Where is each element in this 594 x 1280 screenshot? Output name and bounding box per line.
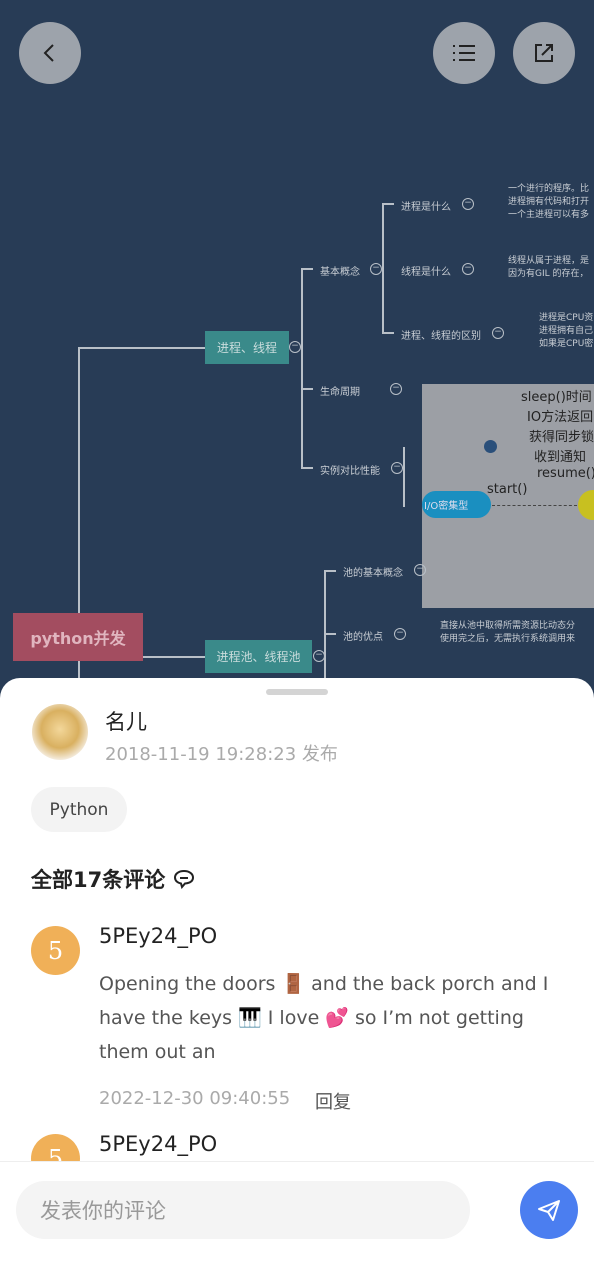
publish-time: 2018-11-19 19:28:23 发布 xyxy=(105,744,338,765)
chevron-left-icon xyxy=(43,44,54,62)
commenter-avatar[interactable]: 5 xyxy=(31,926,80,975)
diagram-text: start() xyxy=(487,482,528,497)
collapse-icon: − xyxy=(394,628,406,640)
comment-composer: 发表你的评论 xyxy=(0,1161,594,1280)
mindmap-node: 生命周期 xyxy=(320,387,360,398)
mindmap-node: 实例对比性能 xyxy=(320,466,380,477)
mindmap-root: python并发 xyxy=(13,613,143,661)
desc-line: 如果是CPU密 xyxy=(539,339,594,349)
mindmap-node: 进程、线程的区别 xyxy=(401,331,481,342)
collapse-icon: − xyxy=(492,327,504,339)
mindmap-node: 进程池、线程池 xyxy=(205,640,312,673)
comment-text: Opening the doors 🚪 and the back porch a… xyxy=(99,973,549,1063)
comment-icon xyxy=(174,869,195,889)
collapse-icon: − xyxy=(391,462,403,474)
share-button[interactable] xyxy=(513,22,575,84)
collapse-icon: − xyxy=(462,263,474,275)
toc-button[interactable] xyxy=(433,22,495,84)
diagram-text: 收到通知 xyxy=(534,450,587,465)
author-avatar[interactable] xyxy=(32,704,88,760)
mindmap-node: I/O密集型 xyxy=(422,491,491,518)
mindmap-node: 池的基本概念 xyxy=(343,568,403,579)
send-button[interactable] xyxy=(520,1181,578,1239)
diagram-text: resume() xyxy=(537,466,594,481)
commenter-name[interactable]: 5PEy24_PO xyxy=(99,924,217,948)
back-button[interactable] xyxy=(19,22,81,84)
mindmap-node: 线程是什么 xyxy=(401,267,451,278)
comments-title: 全部17条评论 xyxy=(31,868,166,892)
diagram-text: 获得同步锁 xyxy=(529,430,594,445)
mindmap-node: 基本概念 xyxy=(320,267,360,278)
diagram-text: sleep()时间 xyxy=(521,390,592,405)
commenter-name[interactable]: 5PEy24_PO xyxy=(99,1132,217,1156)
collapse-icon: − xyxy=(313,650,325,662)
mindmap-node: 进程、线程 xyxy=(205,331,289,364)
comment-input[interactable]: 发表你的评论 xyxy=(16,1181,470,1239)
list-icon xyxy=(453,45,475,61)
mindmap-image[interactable]: python并发 进程、线程 进程池、线程池 − − 基本概念 − 进程是什么 … xyxy=(0,0,594,700)
collapse-icon: − xyxy=(390,383,402,395)
collapse-icon: − xyxy=(370,263,382,275)
external-link-icon xyxy=(535,44,553,62)
author-name[interactable]: 名儿 xyxy=(105,706,147,736)
tag-chip[interactable]: Python xyxy=(31,787,127,832)
desc-line: 一个主进程可以有多 xyxy=(508,210,590,220)
collapse-icon: − xyxy=(289,341,301,353)
desc-line: 一个进行的程序。比 xyxy=(508,184,590,194)
reply-button[interactable]: 回复 xyxy=(315,1088,351,1114)
diagram-text: IO方法返回 xyxy=(527,410,594,425)
desc-line: 直接从池中取得所需资源比动态分 xyxy=(440,621,576,631)
collapse-icon: − xyxy=(462,198,474,210)
desc-line: 进程拥有代码和打开 xyxy=(508,197,590,207)
desc-line: 线程从属于进程，是 xyxy=(508,256,590,266)
desc-line: 进程是CPU资 xyxy=(539,313,594,323)
mindmap-node: 池的优点 xyxy=(343,632,383,643)
desc-line: 使用完之后，无需执行系统调用来 xyxy=(440,634,576,644)
mindmap-node: 进程是什么 xyxy=(401,202,451,213)
drag-handle[interactable] xyxy=(266,689,328,695)
collapse-icon: − xyxy=(414,564,426,576)
desc-line: 进程拥有自己 xyxy=(539,326,594,336)
desc-line: 因为有GIL 的存在， xyxy=(508,269,589,279)
comments-header: 全部17条评论 xyxy=(31,864,195,894)
comment-date: 2022-12-30 09:40:55 xyxy=(99,1088,291,1109)
paper-plane-icon xyxy=(538,1200,560,1221)
